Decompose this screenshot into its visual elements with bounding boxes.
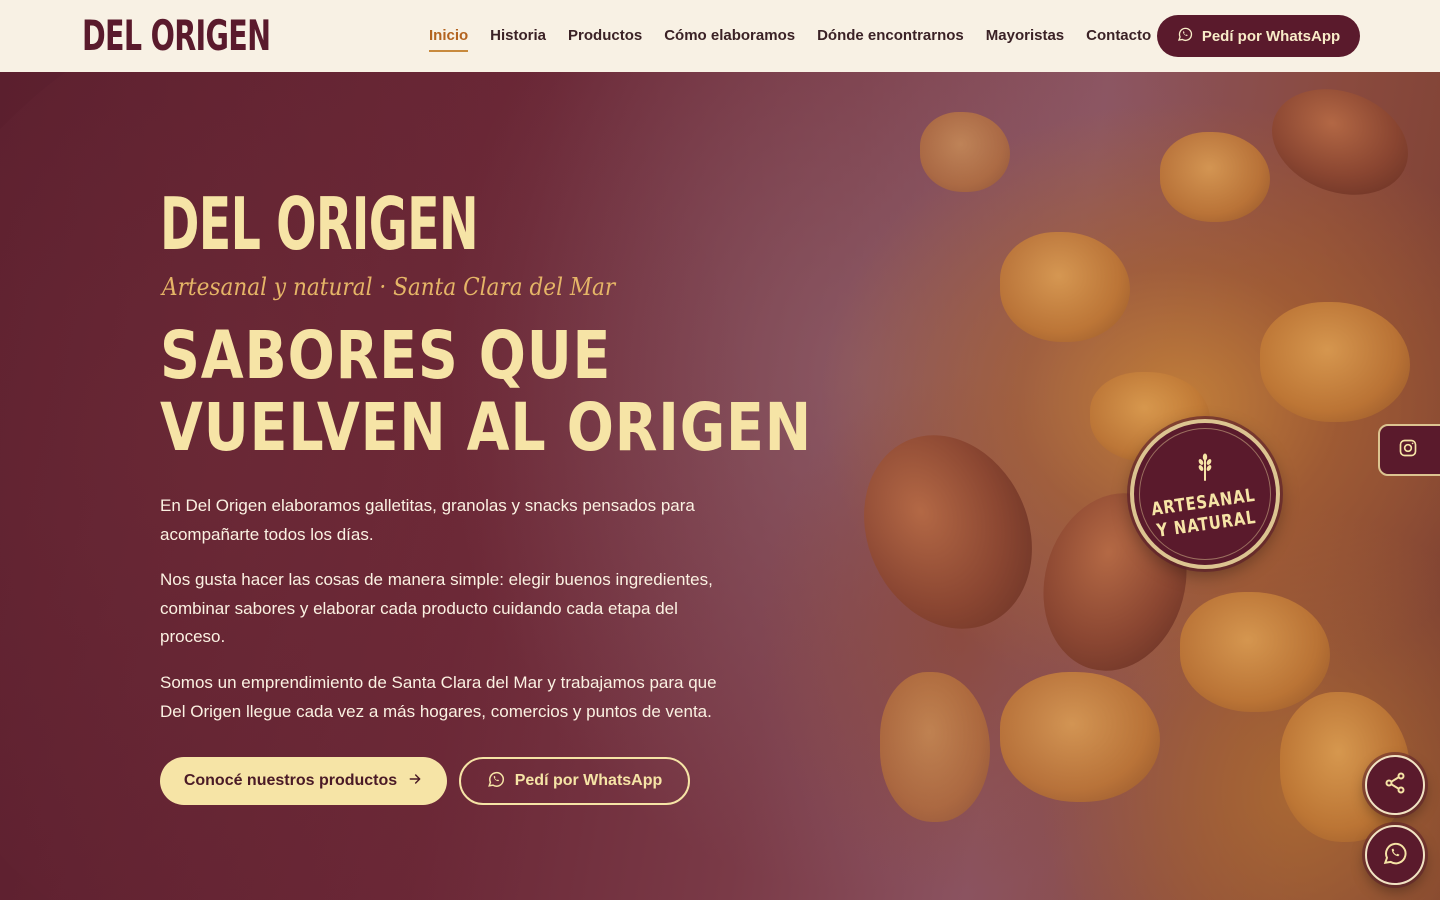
products-button[interactable]: Conocé nuestros productos (160, 757, 447, 805)
nav-item-donde-encontrarnos[interactable]: Dónde encontrarnos (817, 0, 964, 72)
hero-paragraph: Nos gusta hacer las cosas de manera simp… (160, 570, 713, 646)
brand-logo[interactable]: DEL ORIGEN (82, 10, 271, 62)
header-whatsapp-label: Pedí por WhatsApp (1201, 27, 1341, 45)
hero-section: DEL ORIGEN Artesanal y natural · Santa C… (0, 72, 1440, 900)
whatsapp-icon (1382, 840, 1408, 871)
whatsapp-icon (1177, 26, 1193, 46)
hero-paragraph: En Del Origen elaboramos galletitas, gra… (160, 496, 695, 544)
hero-whatsapp-label: Pedí por WhatsApp (514, 772, 663, 789)
almond-decoration (1257, 72, 1423, 213)
floating-whatsapp-button[interactable] (1365, 825, 1425, 885)
flake-decoration (1160, 132, 1270, 222)
whatsapp-icon (487, 770, 505, 793)
arrow-right-icon (407, 771, 423, 792)
products-button-label: Conocé nuestros productos (183, 772, 398, 789)
hero-headline-line2: VUELVEN AL ORIGEN (160, 389, 813, 466)
flake-decoration (880, 672, 990, 822)
main-nav: Inicio Historia Productos Cómo elaboramo… (429, 0, 1151, 72)
almond-decoration (833, 407, 1063, 657)
nav-item-mayoristas[interactable]: Mayoristas (986, 0, 1064, 72)
flake-decoration (1260, 302, 1410, 422)
hero-brand-title: DEL ORIGEN (160, 182, 479, 266)
flake-decoration (1180, 592, 1330, 712)
flake-decoration (1000, 672, 1160, 802)
artisanal-badge: ARTESANAL Y NATURAL (1130, 419, 1280, 569)
hero-headline: SABORES QUE VUELVEN AL ORIGEN (160, 320, 812, 464)
hero-whatsapp-button[interactable]: Pedí por WhatsApp (459, 757, 690, 805)
header-whatsapp-button[interactable]: Pedí por WhatsApp (1157, 15, 1360, 57)
flake-decoration (1000, 232, 1130, 342)
hero-headline-line1: SABORES QUE (160, 317, 612, 394)
nav-item-productos[interactable]: Productos (568, 0, 642, 72)
instagram-icon (1398, 438, 1418, 463)
share-icon (1383, 771, 1407, 800)
nav-item-contacto[interactable]: Contacto (1086, 0, 1151, 72)
nav-item-inicio[interactable]: Inicio (429, 0, 469, 72)
share-button[interactable] (1365, 755, 1425, 815)
hero-paragraph: Somos un emprendimiento de Santa Clara d… (160, 673, 717, 721)
site-header: DEL ORIGEN Inicio Historia Productos Cóm… (0, 0, 1440, 72)
nav-item-como-elaboramos[interactable]: Cómo elaboramos (664, 0, 795, 72)
hero-tagline: Artesanal y natural · Santa Clara del Ma… (162, 273, 616, 301)
instagram-tab[interactable] (1378, 424, 1440, 476)
nav-item-historia[interactable]: Historia (490, 0, 546, 72)
flake-decoration (920, 112, 1010, 192)
